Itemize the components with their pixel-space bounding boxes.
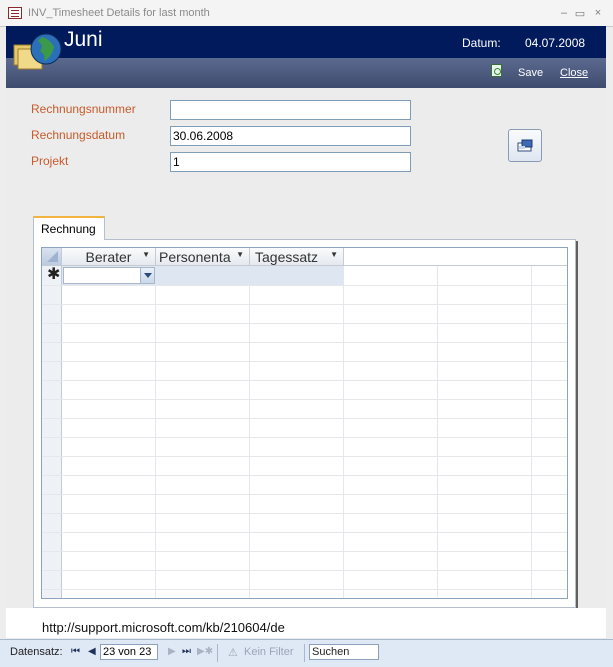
datum-value: 04.07.2008 — [525, 36, 586, 50]
window-title: INV_Timesheet Details for last month — [28, 7, 210, 19]
column-header-personentage[interactable]: Personenta ▼ — [156, 248, 250, 266]
rechnungsnummer-input[interactable] — [170, 100, 411, 120]
grid-line — [42, 304, 567, 305]
separator — [217, 644, 218, 662]
first-record-icon[interactable]: ⏮ — [71, 646, 80, 657]
chevron-down-icon[interactable]: ▼ — [330, 250, 338, 259]
grid-line — [42, 589, 567, 590]
tab-rechnung[interactable]: Rechnung — [33, 216, 105, 240]
grid-line — [42, 285, 567, 286]
minimize-button[interactable]: – — [558, 7, 570, 19]
form-toolbar: Save Close — [6, 58, 606, 88]
close-button[interactable]: Close — [560, 67, 588, 79]
grid-line — [42, 475, 567, 476]
close-window-button[interactable]: × — [592, 7, 604, 19]
column-header-tagessatz[interactable]: Tagessatz ▼ — [250, 248, 344, 266]
grid-line — [249, 266, 250, 598]
berater-combo[interactable] — [63, 267, 155, 284]
column-header-berater[interactable]: Berater ▼ — [62, 248, 156, 266]
filter-button[interactable]: Kein Filter — [244, 646, 294, 658]
datum-label: Datum: — [462, 36, 501, 50]
filter-icon: ⚠ — [228, 647, 238, 659]
new-record-marker: ✱ — [47, 266, 61, 283]
grid-line — [42, 570, 567, 571]
grid-line — [437, 266, 438, 598]
grid-line — [343, 266, 344, 598]
next-record-icon[interactable]: ▶ — [168, 646, 176, 657]
grid-line — [42, 437, 567, 438]
datasheet-subform[interactable]: Berater ▼ Personenta ▼ Tagessatz ▼ ✱ — [41, 247, 568, 599]
separator — [304, 644, 305, 662]
grid-line — [531, 266, 532, 598]
create-invoice-button[interactable] — [508, 129, 542, 162]
rechnungsdatum-input[interactable]: 30.06.2008 — [170, 126, 411, 146]
grid-line — [42, 494, 567, 495]
record-navigation-label: Datensatz: — [10, 646, 63, 658]
maximize-button[interactable]: ▭ — [574, 7, 586, 20]
invoice-form-icon — [517, 139, 533, 152]
projekt-label: Projekt — [31, 154, 69, 168]
window-titlebar: INV_Timesheet Details for last month – ▭… — [0, 0, 613, 27]
projekt-input[interactable]: 1 — [170, 152, 411, 172]
chevron-down-icon[interactable]: ▼ — [142, 250, 150, 259]
grid-line — [42, 399, 567, 400]
column-header-label: Tagessatz — [255, 249, 319, 265]
record-navigation-bar: Datensatz: ⏮ ◀ 23 von 23 ▶ ⏭ ▶✱ ⚠ Kein F… — [0, 639, 613, 667]
grid-line — [155, 266, 156, 598]
column-header-empty — [344, 248, 567, 266]
chevron-down-icon[interactable] — [140, 268, 154, 283]
current-record-input[interactable]: 23 von 23 — [100, 644, 158, 660]
form-header: Juni Datum: 04.07.2008 — [6, 26, 606, 58]
grid-line — [42, 551, 567, 552]
grid-line — [42, 323, 567, 324]
grid-line — [42, 456, 567, 457]
previous-record-icon[interactable]: ◀ — [88, 646, 96, 657]
save-icon[interactable] — [491, 64, 502, 77]
grid-line — [42, 418, 567, 419]
last-record-icon[interactable]: ⏭ — [182, 646, 191, 657]
column-header-label: Personenta — [159, 249, 231, 265]
grid-line — [42, 342, 567, 343]
page-title: Juni — [64, 28, 103, 51]
grid-line — [42, 513, 567, 514]
new-record-icon[interactable]: ▶✱ — [197, 646, 213, 657]
rechnungsdatum-label: Rechnungsdatum — [31, 128, 126, 142]
form-icon — [8, 7, 22, 19]
save-button[interactable]: Save — [518, 67, 543, 79]
grid-line — [42, 380, 567, 381]
select-all-corner[interactable] — [42, 248, 62, 266]
support-url: http://support.microsoft.com/kb/210604/d… — [42, 620, 285, 635]
rechnungsnummer-label: Rechnungsnummer — [31, 102, 136, 116]
grid-line — [42, 532, 567, 533]
column-header-label: Berater — [85, 249, 132, 265]
grid-line — [42, 361, 567, 362]
folder-globe-logo-icon — [13, 33, 62, 70]
record-selector-column[interactable] — [42, 266, 62, 598]
search-input[interactable]: Suchen — [309, 644, 379, 660]
chevron-down-icon[interactable]: ▼ — [236, 250, 244, 259]
